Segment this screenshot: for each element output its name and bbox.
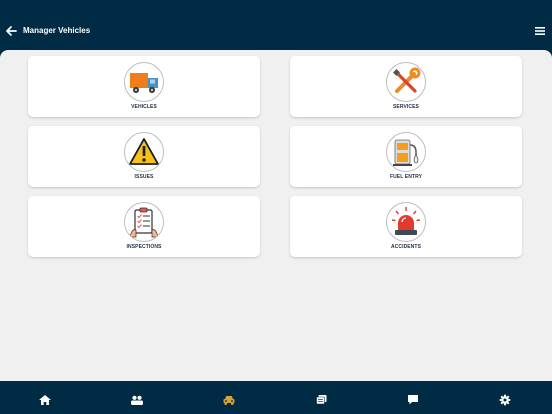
inspections-card[interactable]: INSPECTIONS [28,196,260,257]
hamburger-menu-icon[interactable] [533,25,547,37]
inspections-icon-circle [124,202,164,242]
services-icon-circle [386,62,426,102]
vehicles-label: VEHICLES [131,104,157,110]
issues-card[interactable]: ISSUES [28,126,260,187]
settings-icon[interactable] [498,394,512,406]
services-card[interactable]: SERVICES [290,56,522,117]
arrow-left-icon[interactable] [4,24,18,38]
wrench-screwdriver-icon [392,67,421,93]
fuel-pump-icon [393,139,419,166]
home-icon[interactable] [38,394,52,406]
clipboard-checklist-icon [129,207,159,238]
fuel-entry-card[interactable]: FUEL ENTRY [290,126,522,187]
people-icon[interactable] [130,394,144,406]
services-label: SERVICES [393,104,419,110]
bottom-tab-bar [0,382,552,414]
fuel-entry-icon-circle [386,132,426,172]
page-title: Manager Vehicles [23,26,91,35]
issues-label: ISSUES [134,174,154,180]
fuel-entry-label: FUEL ENTRY [389,174,423,180]
siren-icon [391,207,421,235]
car-icon[interactable] [222,394,236,406]
vehicles-icon-circle [124,62,164,102]
vehicles-card[interactable]: VEHICLES [28,56,260,117]
app-header: Manager Vehicles [0,0,552,50]
warning-triangle-icon [129,138,159,165]
accidents-icon-circle [386,202,426,242]
accidents-label: ACCIDENTS [390,244,422,250]
chat-icon[interactable] [406,394,420,406]
reports-icon[interactable] [314,394,328,406]
issues-icon-circle [124,132,164,172]
inspections-label: INSPECTIONS [126,244,162,250]
truck-icon [130,73,158,93]
main-content: VEHICLES SERVICES ISSUES FUEL ENTRY INSP… [0,50,552,381]
accidents-card[interactable]: ACCIDENTS [290,196,522,257]
